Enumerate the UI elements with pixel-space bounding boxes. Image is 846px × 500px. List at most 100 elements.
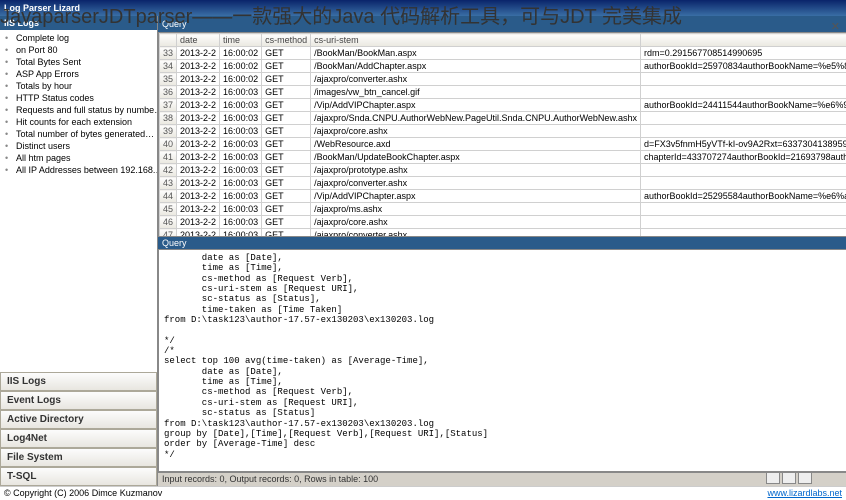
sidebar-item-1[interactable]: on Port 80 (2, 44, 155, 56)
cell: GET (262, 138, 311, 151)
cell (640, 125, 846, 138)
cell: 35 (160, 73, 177, 86)
sidebar-item-6[interactable]: Requests and full status by numbe… (2, 104, 155, 116)
cell: authorBookId=25295584authorBookName=%e6%… (640, 190, 846, 203)
cell: /Vip/AddVIPChapter.aspx (311, 190, 641, 203)
copyright-icon: © (4, 488, 11, 499)
cell: 34 (160, 60, 177, 73)
status-bar: Input records: 0, Output records: 0, Row… (158, 472, 846, 486)
sidebar-item-11[interactable]: All IP Addresses between 192.168.… (2, 164, 155, 176)
cell (640, 73, 846, 86)
toolbar-icon-2[interactable] (782, 472, 796, 484)
cell: 2013-2-2 (177, 190, 220, 203)
col-header[interactable] (160, 34, 177, 47)
table-row[interactable]: 422013-2-216:00:03GET/ajaxpro/prototype.… (160, 164, 846, 177)
table-row[interactable]: 442013-2-216:00:03GET/Vip/AddVIPChapter.… (160, 190, 846, 203)
cell: /WebResource.axd (311, 138, 641, 151)
category-button-file-system[interactable]: File System (0, 448, 157, 467)
footer-link[interactable]: www.lizardlabs.net (767, 488, 842, 499)
table-row[interactable]: 382013-2-216:00:03GET/ajaxpro/Snda.CNPU.… (160, 112, 846, 125)
lower-query-title: Query (162, 238, 187, 248)
cell: 16:00:03 (220, 190, 262, 203)
cell: GET (262, 99, 311, 112)
sidebar-item-3[interactable]: ASP App Errors (2, 68, 155, 80)
col-header[interactable]: time (220, 34, 262, 47)
query-tab-label: Query (162, 19, 187, 29)
cell: /BookMan/UpdateBookChapter.aspx (311, 151, 641, 164)
table-row[interactable]: 402013-2-216:00:03GET/WebResource.axdd=F… (160, 138, 846, 151)
cell: 39 (160, 125, 177, 138)
cell: GET (262, 73, 311, 86)
cell: /ajaxpro/ms.ashx (311, 203, 641, 216)
cell: GET (262, 60, 311, 73)
results-grid[interactable]: datetimecs-methodcs-uri-stem332013-2-216… (158, 32, 846, 237)
sidebar-item-9[interactable]: Distinct users (2, 140, 155, 152)
cell: GET (262, 112, 311, 125)
cell: 16:00:03 (220, 216, 262, 229)
table-row[interactable]: 392013-2-216:00:03GET/ajaxpro/core.ashx (160, 125, 846, 138)
copyright-text: Copyright (C) 2006 Dimce Kuzmanov (13, 488, 162, 499)
table-row[interactable]: 452013-2-216:00:03GET/ajaxpro/ms.ashx (160, 203, 846, 216)
sidebar-item-5[interactable]: HTTP Status codes (2, 92, 155, 104)
cell: 16:00:03 (220, 164, 262, 177)
category-button-active-directory[interactable]: Active Directory (0, 410, 157, 429)
sidebar-item-2[interactable]: Total Bytes Sent (2, 56, 155, 68)
sidebar-item-0[interactable]: Complete log (2, 32, 155, 44)
sql-editor[interactable]: date as [Date], time as [Time], cs-metho… (158, 249, 846, 472)
cell (640, 229, 846, 238)
category-button-iis-logs[interactable]: IIS Logs (0, 372, 157, 391)
table-row[interactable]: 472013-2-216:00:03GET/ajaxpro/converter.… (160, 229, 846, 238)
toolbar-icon-1[interactable] (766, 472, 780, 484)
table-row[interactable]: 352013-2-216:00:02GET/ajaxpro/converter.… (160, 73, 846, 86)
sidebar-item-4[interactable]: Totals by hour (2, 80, 155, 92)
cell: 16:00:03 (220, 229, 262, 238)
table-row[interactable]: 362013-2-216:00:03GET/images/vw_btn_canc… (160, 86, 846, 99)
sidebar-item-8[interactable]: Total number of bytes generated… (2, 128, 155, 140)
toolbar-icon-3[interactable] (798, 472, 812, 484)
col-header[interactable] (640, 34, 846, 47)
table-row[interactable]: 412013-2-216:00:03GET/BookMan/UpdateBook… (160, 151, 846, 164)
table-row[interactable]: 432013-2-216:00:03GET/ajaxpro/converter.… (160, 177, 846, 190)
cell: GET (262, 177, 311, 190)
table-row[interactable]: 342013-2-216:00:02GET/BookMan/AddChapter… (160, 60, 846, 73)
col-header[interactable]: date (177, 34, 220, 47)
cell: /ajaxpro/converter.ashx (311, 229, 641, 238)
cell: 36 (160, 86, 177, 99)
category-button-log4net[interactable]: Log4Net (0, 429, 157, 448)
col-header[interactable]: cs-method (262, 34, 311, 47)
query-tab-header: Query ▫ (158, 16, 846, 32)
cell: 16:00:03 (220, 203, 262, 216)
sidebar-item-7[interactable]: Hit counts for each extension (2, 116, 155, 128)
cell: d=FX3v5fnmH5yVTf-kI-ov9A2Rxt=63373041389… (640, 138, 846, 151)
cell: GET (262, 203, 311, 216)
table-row[interactable]: 462013-2-216:00:03GET/ajaxpro/core.ashx (160, 216, 846, 229)
cell: 2013-2-2 (177, 164, 220, 177)
cell: 16:00:02 (220, 60, 262, 73)
sidebar-tree: Complete logon Port 80Total Bytes SentAS… (0, 30, 157, 372)
cell: 2013-2-2 (177, 203, 220, 216)
cell (640, 216, 846, 229)
cell: 37 (160, 99, 177, 112)
cell: 38 (160, 112, 177, 125)
cell: GET (262, 216, 311, 229)
cell (640, 177, 846, 190)
cell: /ajaxpro/converter.ashx (311, 73, 641, 86)
category-button-t-sql[interactable]: T-SQL (0, 467, 157, 486)
table-row[interactable]: 332013-2-216:00:02GET/BookMan/BookMan.as… (160, 47, 846, 60)
sidebar-item-10[interactable]: All htm pages (2, 152, 155, 164)
table-row[interactable]: 372013-2-216:00:03GET/Vip/AddVIPChapter.… (160, 99, 846, 112)
lower-query-header: Query □ (158, 237, 846, 249)
cell: /ajaxpro/converter.ashx (311, 177, 641, 190)
category-button-event-logs[interactable]: Event Logs (0, 391, 157, 410)
cell: 16:00:03 (220, 99, 262, 112)
close-icon[interactable]: ✕ (831, 20, 840, 33)
cell: /BookMan/AddChapter.aspx (311, 60, 641, 73)
cell: 2013-2-2 (177, 73, 220, 86)
cell (640, 86, 846, 99)
cell: GET (262, 190, 311, 203)
cell: 2013-2-2 (177, 125, 220, 138)
col-header[interactable]: cs-uri-stem (311, 34, 641, 47)
cell: 41 (160, 151, 177, 164)
cell: 47 (160, 229, 177, 238)
cell: 16:00:03 (220, 138, 262, 151)
